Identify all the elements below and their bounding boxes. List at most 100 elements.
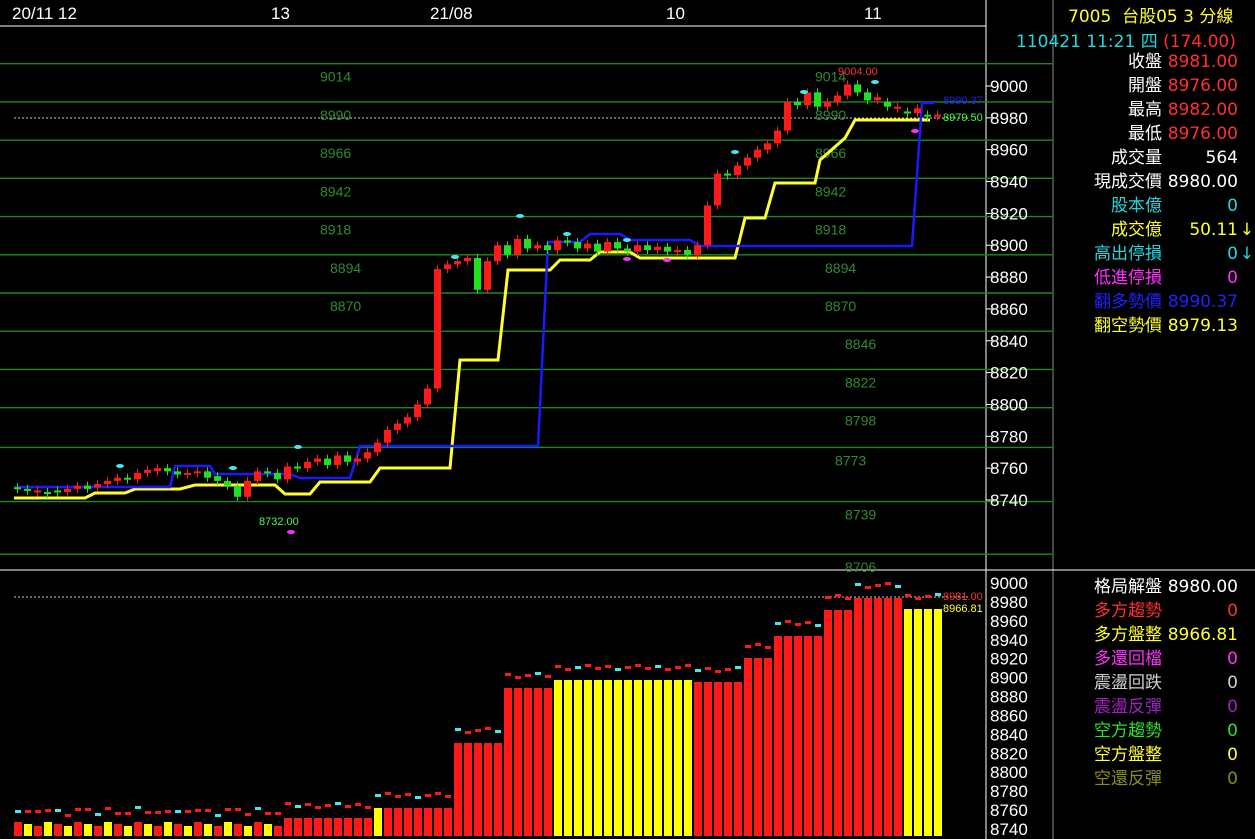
pattern-bar [834,610,842,836]
candle-body [764,143,771,150]
trend-panel: 格局解盤 8980.00 多方趨勢 0 多方盤整 8966.81 多還回檔 0 震盪回跌 0 震盪反… [1056,571,1255,839]
low-marker [287,530,295,534]
pattern-candle [935,593,941,596]
candle-body [534,245,541,249]
pattern-candle [75,808,81,811]
pattern-bar [684,680,692,836]
quote-row: 成交量 564 [1056,146,1248,170]
candle-body [474,257,481,290]
candle-body [484,261,491,290]
pattern-candle [345,805,351,808]
candle-body [594,243,601,252]
down-arrow-icon: ↓ [1239,220,1254,240]
candle-body [224,480,231,486]
pattern-candle [795,623,801,626]
price-axis-label: 8800 [990,395,1028,414]
candle-body [584,243,591,249]
pattern-candle [265,812,271,815]
trend-row: 震盪反彈 0 [1056,695,1248,719]
pattern-candle [805,621,811,624]
row-label: 格局解盤 [1094,577,1162,597]
candle-body [104,480,111,485]
candle-body [404,417,411,424]
pattern-bar [414,808,422,836]
pattern-candle [905,594,911,597]
price-axis-label: 8760 [990,801,1028,820]
pattern-bar [384,808,392,836]
row-value: 0 [1227,769,1238,789]
candle-body [184,472,191,475]
price-axis-label: 8960 [990,612,1028,631]
pattern-bar [934,609,942,836]
level-label: 8870 [825,298,856,314]
pattern-bar-panel [14,582,942,836]
candle-body [744,157,751,166]
candle-body [614,242,621,249]
candle-body [364,452,371,459]
candle-body [34,490,41,493]
level-label: 8822 [845,374,876,390]
flip-long-line [14,101,935,489]
candle-body [884,101,891,107]
pattern-candle [485,727,491,730]
pattern-candle [405,793,411,796]
pattern-bar [54,824,62,836]
pattern-candle [705,667,711,670]
candle-body [654,246,661,251]
pattern-bar [924,609,932,836]
pattern-candle [515,676,521,679]
row-label: 震盪回跌 [1094,673,1162,693]
pattern-candle [155,811,161,814]
pattern-candle [495,730,501,733]
symbol-name: 台股05 3 分線 [1122,7,1234,27]
candle-body [844,84,851,96]
pattern-candle [455,728,461,731]
candle-body [874,97,881,101]
green-line-value: 8979.50 [943,112,983,124]
pattern-candle [615,668,621,671]
low-marker [663,258,671,262]
pattern-bar [884,598,892,836]
pattern-bar [314,818,322,836]
row-label: 低進停損 [1094,268,1162,288]
candle-body [894,106,901,109]
price-axis-label: 8840 [990,332,1028,351]
row-value: 0 [1227,244,1238,264]
bottom-yellow-value: 8966.81 [943,603,983,615]
quote-row: 翻空勢價 8979.13 [1056,314,1248,338]
row-value: 0 [1227,196,1238,216]
row-label: 股本億 [1111,196,1162,216]
price-axis-label: 8940 [990,631,1028,650]
candle-body [234,485,241,497]
candle-body [204,471,211,478]
pattern-candle [305,803,311,806]
pattern-bar [244,826,252,836]
candle-body [314,458,321,462]
pattern-candle [15,810,21,813]
pattern-bar [184,826,192,836]
price-axis-label: 8800 [990,763,1028,782]
high-marker [516,214,524,218]
candle-body [494,245,501,262]
trend-row: 空還反彈 0 [1056,767,1248,791]
row-value: 8981.00 [1167,52,1238,72]
trend-lines [14,101,935,500]
pattern-bar [644,680,652,836]
candle-body [464,257,471,262]
candle-body [94,484,101,488]
pattern-bar [754,658,762,836]
pattern-bar [114,824,122,836]
pattern-bar [444,808,452,836]
candle-body [74,485,81,489]
price-axis-label: 8960 [990,141,1028,160]
pattern-bar [804,636,812,836]
date-label: 20/11 12 [12,4,77,23]
row-value: 8966.81 [1167,625,1238,645]
pattern-candle [695,669,701,672]
level-label: 8990 [815,107,846,123]
pattern-candle [895,585,901,588]
pattern-bar [364,818,372,836]
candle-body [784,101,791,131]
pattern-bar [204,824,212,836]
pattern-bar [24,824,32,836]
